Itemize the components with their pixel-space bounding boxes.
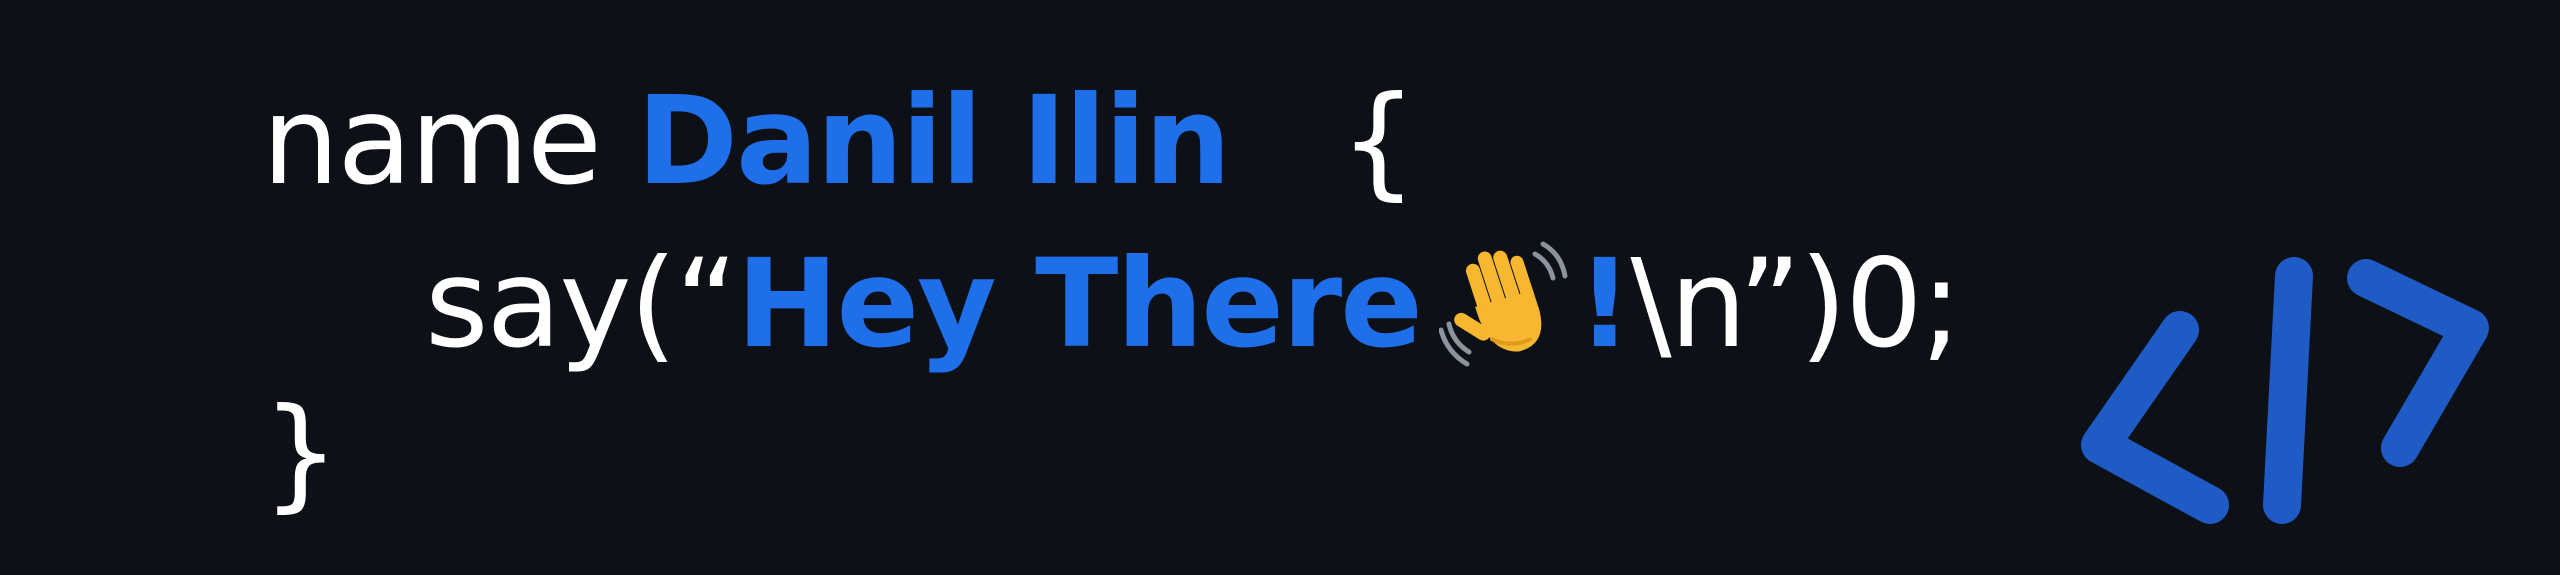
author-name: Danil Ilin — [636, 70, 1231, 212]
code-line-say: say(“Hey There !\n”)0; — [425, 238, 1962, 368]
code-line-close: } — [262, 392, 340, 514]
waving-hand-icon — [1438, 238, 1569, 368]
greeting-text: Hey There — [736, 233, 1423, 375]
logo-slash — [2263, 257, 2313, 524]
open-brace: { — [1339, 70, 1418, 212]
code-brackets-icon — [2081, 257, 2489, 524]
code-line-name: name Danil Ilin { — [262, 80, 1417, 202]
profile-banner: name Danil Ilin { say(“Hey There !\n”)0; — [0, 0, 2560, 575]
close-brace: } — [262, 382, 340, 524]
name-keyword: name — [262, 70, 602, 212]
say-call-close: \n”)0; — [1630, 233, 1962, 375]
logo-left-chevron — [2081, 311, 2229, 524]
exclaim-mark: ! — [1576, 233, 1633, 375]
logo-right-chevron — [2347, 259, 2489, 467]
say-call-open: say(“ — [425, 233, 738, 375]
